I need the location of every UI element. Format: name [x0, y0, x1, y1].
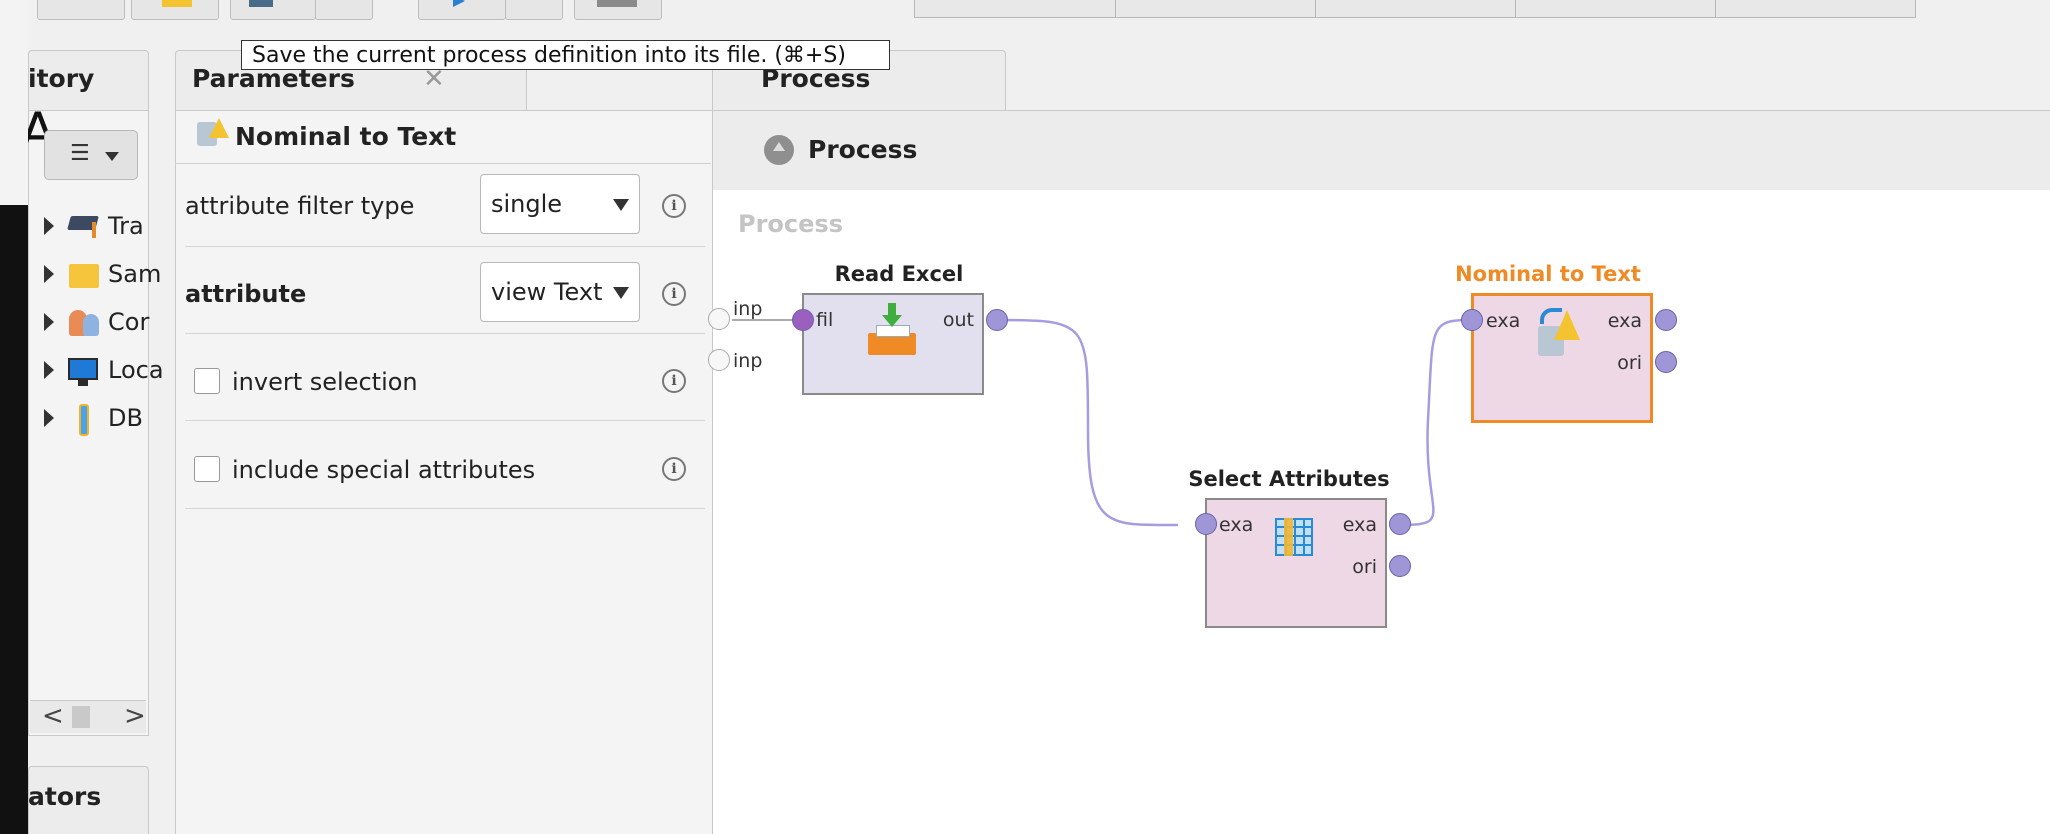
people-icon-second: [83, 314, 99, 336]
param-label-attribute: attribute: [185, 280, 307, 308]
desktop-edge: [0, 0, 28, 834]
nominal-to-text-out-port[interactable]: [1655, 309, 1677, 331]
port-label: inp: [733, 350, 763, 372]
nominal-to-text-operator[interactable]: exa exa ori: [1471, 293, 1653, 423]
download-arrow-head: [882, 315, 902, 327]
repository-title: itory: [28, 64, 95, 93]
table-select-icon: [1275, 518, 1313, 556]
attribute-dropdown[interactable]: view Text: [480, 262, 640, 322]
port-label: out: [942, 309, 974, 331]
operator-name: Nominal to Text: [235, 122, 457, 151]
app-window: itory A ☰ Tra Sam Cor Loca DB < > ators …: [28, 0, 2050, 834]
tree-item-db[interactable]: DB: [28, 402, 147, 442]
perspective-tabs[interactable]: [914, 0, 1916, 18]
tree-item-samples[interactable]: Sam: [28, 258, 161, 298]
table-select-highlight: [1284, 518, 1293, 556]
param-label-filter-type: attribute filter type: [185, 192, 415, 220]
repository-menu-button[interactable]: ☰: [44, 130, 138, 180]
row-divider: [185, 333, 705, 334]
select-attributes-operator[interactable]: exa exa ori: [1205, 498, 1387, 628]
tree-label: Sam: [108, 260, 162, 288]
port-label: exa: [1342, 514, 1377, 536]
port-label: inp: [733, 298, 763, 320]
parameters-operator-header: Nominal to Text: [175, 110, 711, 164]
dropdown-arrow-icon: [613, 199, 629, 211]
row-divider: [185, 246, 705, 247]
operator-title: Nominal to Text: [1455, 262, 1641, 286]
tree-item-local[interactable]: Loca: [28, 354, 164, 394]
canvas-label: Process: [738, 210, 843, 238]
port-label: ori: [1617, 352, 1642, 374]
include-special-checkbox[interactable]: [194, 456, 220, 482]
port-label: ori: [1352, 556, 1377, 578]
nominal-to-text-icon-accent: [209, 118, 229, 138]
read-excel-out-port[interactable]: [986, 309, 1008, 331]
operator-title: Read Excel: [834, 262, 964, 286]
expand-icon: [44, 313, 54, 331]
run-process-button[interactable]: [418, 0, 506, 20]
row-divider: [185, 508, 705, 509]
database-icon: [79, 404, 89, 436]
tree-item-community[interactable]: Cor: [28, 306, 150, 346]
dropdown-value: single: [491, 190, 563, 218]
save-tooltip: Save the current process definition into…: [241, 40, 890, 70]
run-dropdown-button[interactable]: [505, 0, 563, 20]
dropdown-value: view Text: [491, 278, 603, 306]
filter-type-dropdown[interactable]: single: [480, 174, 640, 234]
scroll-thumb[interactable]: [72, 706, 90, 728]
read-excel-in-port[interactable]: [792, 309, 814, 331]
new-process-button[interactable]: [37, 0, 125, 20]
graduation-cap-tassel: [92, 222, 96, 238]
row-divider: [185, 420, 705, 421]
tree-item-training[interactable]: Tra: [28, 210, 147, 250]
scroll-right-icon[interactable]: >: [124, 701, 146, 731]
port-label: exa: [1219, 514, 1254, 536]
tree-label: Loca: [108, 356, 164, 384]
process-input-port[interactable]: [708, 308, 730, 330]
open-process-button[interactable]: [131, 0, 219, 20]
expand-icon: [44, 361, 54, 379]
operators-title: ators: [28, 782, 102, 811]
param-label-special: include special attributes: [232, 456, 536, 484]
tree-label: Tra: [108, 212, 144, 240]
info-icon[interactable]: i: [662, 369, 686, 393]
nominal-to-text-ori-port[interactable]: [1655, 351, 1677, 373]
read-excel-operator[interactable]: fil out: [802, 293, 984, 395]
convert-arrow-icon: [1540, 308, 1562, 324]
scroll-left-icon[interactable]: <: [42, 701, 64, 731]
select-attributes-out-port[interactable]: [1389, 513, 1411, 535]
port-label: exa: [1607, 310, 1642, 332]
port-label: exa: [1486, 310, 1521, 332]
monitor-icon: [68, 358, 98, 380]
port-label: fil: [816, 309, 834, 331]
info-icon[interactable]: i: [662, 282, 686, 306]
invert-selection-checkbox[interactable]: [194, 368, 220, 394]
info-icon[interactable]: i: [662, 457, 686, 481]
expand-icon: [44, 265, 54, 283]
breadcrumb[interactable]: Process: [808, 135, 917, 164]
menu-icon: ☰: [70, 141, 90, 166]
save-dropdown-button[interactable]: [315, 0, 373, 20]
tree-label: DB: [108, 404, 143, 432]
select-attributes-in-port[interactable]: [1195, 513, 1217, 535]
up-level-icon[interactable]: [764, 135, 794, 165]
tree-label: Cor: [108, 308, 150, 336]
repository-scrollbar[interactable]: < >: [30, 700, 146, 733]
param-label-invert: invert selection: [232, 368, 418, 396]
monitor-stand: [78, 380, 88, 386]
save-process-button[interactable]: [230, 0, 316, 20]
info-icon[interactable]: i: [662, 194, 686, 218]
expand-icon: [44, 217, 54, 235]
operator-title: Select Attributes: [1188, 467, 1390, 491]
dropdown-arrow-icon: [613, 287, 629, 299]
nominal-to-text-in-port[interactable]: [1461, 309, 1483, 331]
select-attributes-ori-port[interactable]: [1389, 555, 1411, 577]
up-arrow: [773, 142, 785, 151]
stop-process-button[interactable]: [574, 0, 662, 20]
chevron-down-icon: [105, 152, 119, 161]
folder-icon: [69, 264, 99, 288]
expand-icon: [44, 409, 54, 427]
process-input-port[interactable]: [708, 349, 730, 371]
